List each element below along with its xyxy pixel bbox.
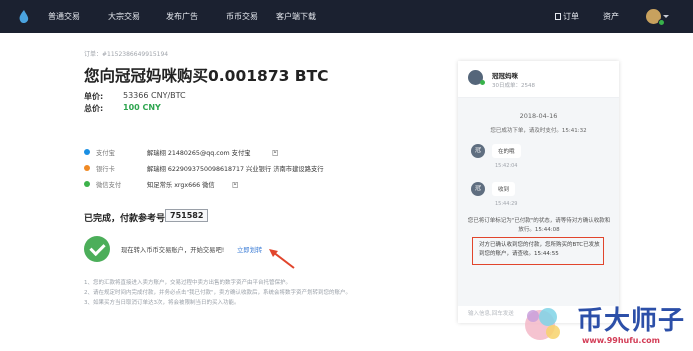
message-time: 15:42:04 (495, 163, 518, 169)
order-id: 订单：#1152386649915194 (84, 51, 169, 58)
watermark-text: 币大师子 (577, 306, 686, 336)
message-bubble: 收到 (492, 182, 516, 196)
chat-date: 2018-04-16 (519, 112, 558, 120)
orders-icon (555, 13, 561, 20)
system-message: 您已成功下单，请及时支付。15:41:32 (490, 128, 587, 134)
qr-code-icon[interactable]: 凹 (232, 180, 238, 189)
nav-item-block[interactable]: 大宗交易 (108, 11, 140, 22)
alipay-icon (84, 149, 90, 155)
price-label: 单价: (84, 92, 104, 101)
payment-name: 微信支付 (96, 182, 122, 189)
transfer-prompt: 现在转入币币交易账户，开始交易吧! (121, 247, 225, 254)
transfer-now-link[interactable]: 立即划转 (237, 245, 262, 254)
message-bubble: 在的哦 (492, 144, 521, 158)
watermark-url: www.99hufu.com (582, 336, 661, 345)
page-title: 您向冠冠妈咪购买0.001873 BTC (84, 67, 329, 85)
payment-detail: 知足常乐 xrgx666 微信 (147, 182, 215, 189)
chat-messages[interactable]: 2018-04-16 您已成功下单，请及时支付。15:41:32 冠 在的哦 1… (458, 98, 619, 306)
nav-item-coin-trade[interactable]: 币币交易 (226, 11, 258, 22)
note-item: 1、您的汇款将直接进入卖方账户，交易过程中卖方出售的数字资产由平台托管保护。 (84, 280, 292, 286)
seller-name[interactable]: 冠冠妈咪 (492, 70, 518, 80)
nav-item-post-ad[interactable]: 发布广告 (166, 11, 198, 22)
message-avatar: 冠 (471, 144, 485, 158)
message-time: 15:44:29 (495, 201, 518, 207)
notes: 1、您的汇款将直接进入卖方账户，交易过程中卖方出售的数字资产由平台托管保护。 2… (84, 278, 351, 308)
note-item: 3、如果买方当日取消订单达3次，将会被限制当日的买入功能。 (84, 300, 240, 306)
top-nav: 普通交易 大宗交易 发布广告 币币交易 客户端下载 订单 资产 (0, 0, 693, 33)
seller-orders: 30日成单：2548 (492, 83, 535, 89)
bank-card-icon (84, 165, 90, 171)
online-status-dot (480, 80, 485, 85)
check-icon (84, 236, 110, 262)
payment-detail: 解瑞栩 6229093750098618717 兴业银行 济南市建设路支行 (147, 166, 324, 173)
payment-detail: 解瑞栩 21480265@qq.com 支付宝 (147, 150, 251, 157)
nav-item-spot[interactable]: 普通交易 (48, 11, 80, 22)
logo-icon[interactable] (18, 10, 30, 24)
system-message: 您已将订单标记为"已付款"的状态，请等待对方确认收款和放行。15:44:08 (467, 218, 611, 233)
completed-label: 已完成，付款参考号： (84, 214, 175, 224)
message-avatar: 冠 (471, 182, 485, 196)
release-notice: 对方已确认收到您的付款，您所购买的BTC已发放到您的账户，请查收。15:44:5… (472, 237, 604, 265)
price-value: 53366 CNY/BTC (123, 91, 186, 100)
orders-link[interactable]: 订单 (555, 11, 579, 22)
nav-item-download[interactable]: 客户端下载 (276, 11, 316, 22)
total-value: 100 CNY (123, 103, 161, 112)
payment-name: 银行卡 (96, 166, 115, 173)
chat-input[interactable]: 输入信息,回车发送 (468, 309, 514, 317)
note-item: 2、请在规定时间内完成付款，并务必点击"我已付款"，卖方确认收款后，系统会将数字… (84, 290, 352, 296)
qr-code-icon[interactable]: 凹 (272, 148, 278, 157)
chat-panel: 冠冠妈咪 30日成单：2548 2018-04-16 您已成功下单，请及时支付。… (458, 61, 619, 323)
online-status-dot (658, 19, 665, 26)
reference-number: 751582 (165, 209, 209, 222)
payment-name: 支付宝 (96, 150, 115, 157)
chat-header: 冠冠妈咪 30日成单：2548 (458, 61, 619, 98)
assets-link[interactable]: 资产 (603, 11, 619, 22)
wechat-icon (84, 181, 90, 187)
chevron-down-icon[interactable] (663, 15, 669, 18)
total-label: 总价: (84, 104, 104, 113)
arrow-annotation-icon (269, 249, 295, 269)
